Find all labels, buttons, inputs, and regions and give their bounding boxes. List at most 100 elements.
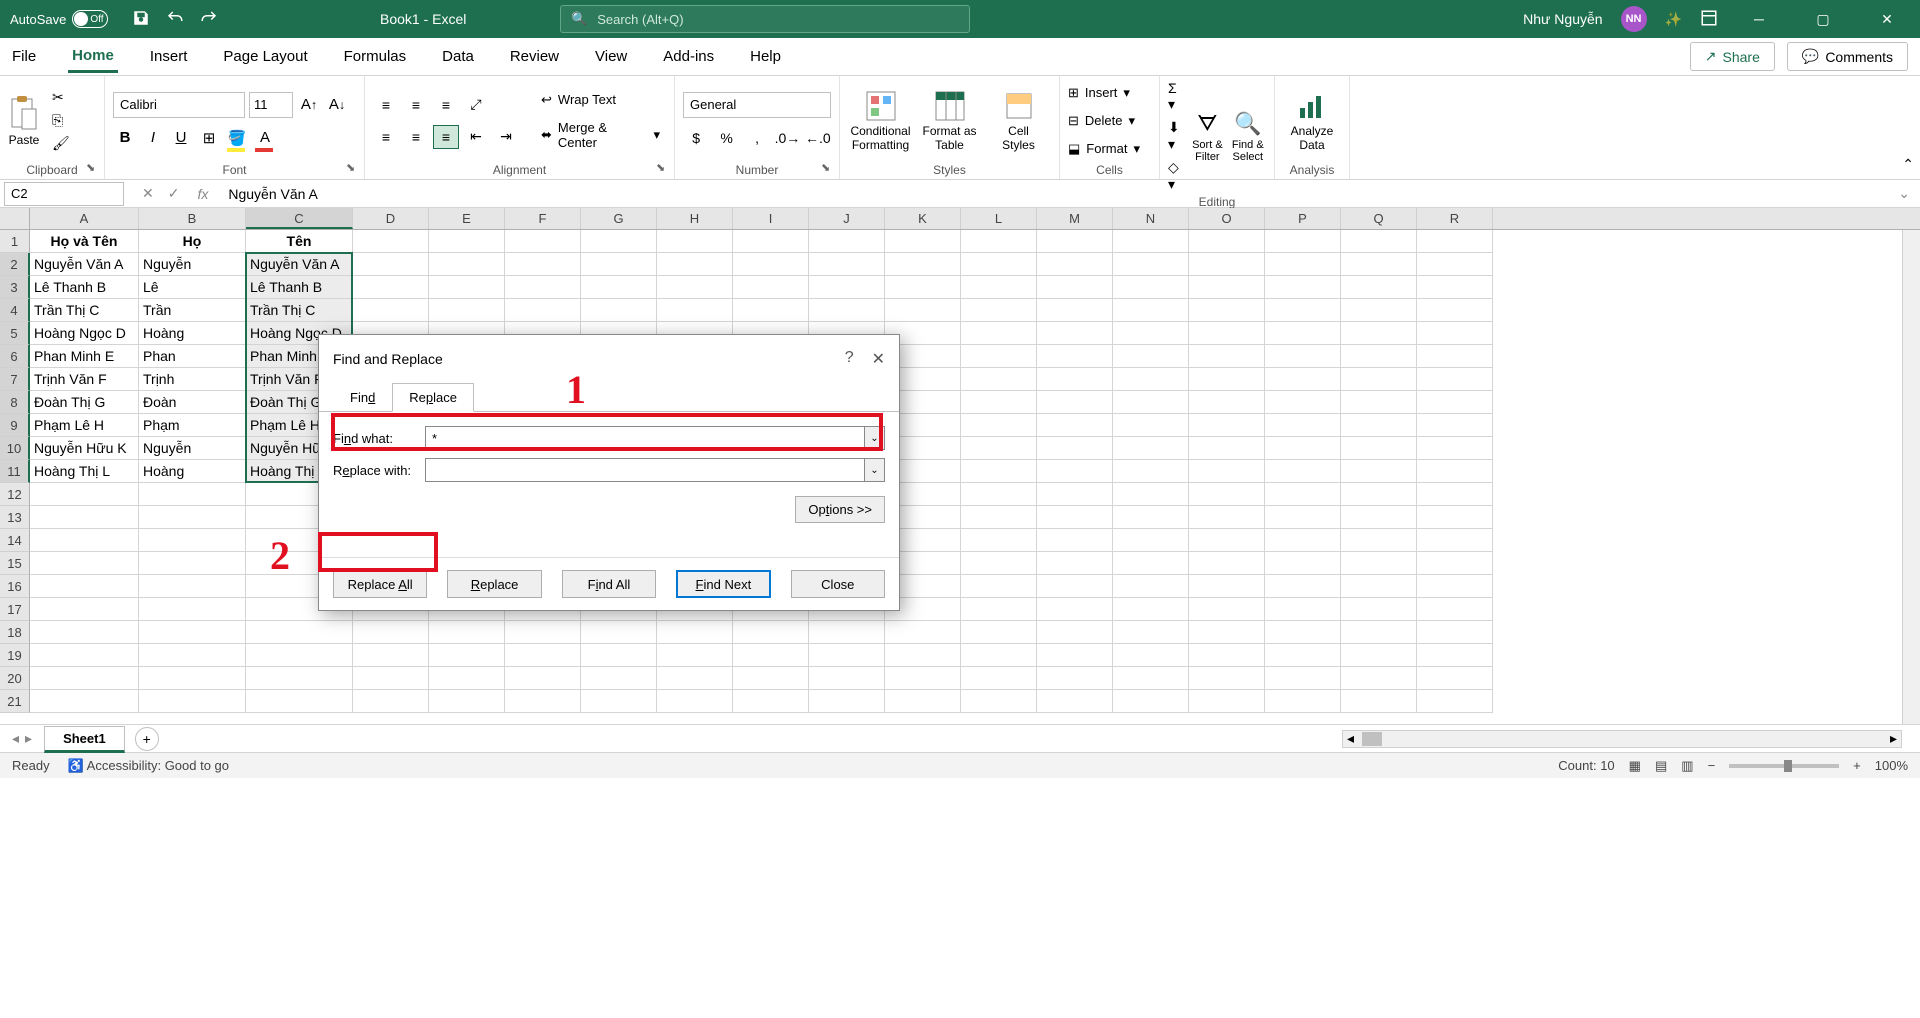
- cell-H18[interactable]: [657, 621, 733, 644]
- cell-H1[interactable]: [657, 230, 733, 253]
- cell-Q3[interactable]: [1341, 276, 1417, 299]
- cell-Q18[interactable]: [1341, 621, 1417, 644]
- cell-P7[interactable]: [1265, 368, 1341, 391]
- cell-A16[interactable]: [30, 575, 139, 598]
- cell-A2[interactable]: Nguyễn Văn A: [30, 253, 139, 276]
- vertical-scrollbar[interactable]: [1902, 230, 1920, 724]
- name-box[interactable]: [4, 182, 124, 206]
- cell-R19[interactable]: [1417, 644, 1493, 667]
- delete-cells-button[interactable]: ⊟Delete ▾: [1068, 111, 1151, 131]
- row-header-10[interactable]: 10: [0, 437, 30, 460]
- cell-L13[interactable]: [961, 506, 1037, 529]
- cell-A11[interactable]: Hoàng Thị L: [30, 460, 139, 483]
- number-launcher-icon[interactable]: ⬊: [821, 161, 835, 175]
- cell-K2[interactable]: [885, 253, 961, 276]
- cell-B19[interactable]: [139, 644, 246, 667]
- cell-C2[interactable]: Nguyễn Văn A: [246, 253, 353, 276]
- cell-A9[interactable]: Phạm Lê H: [30, 414, 139, 437]
- align-middle-icon[interactable]: ≡: [403, 93, 429, 117]
- cell-O10[interactable]: [1189, 437, 1265, 460]
- decrease-font-icon[interactable]: A↓: [325, 93, 349, 117]
- cell-N14[interactable]: [1113, 529, 1189, 552]
- cell-K3[interactable]: [885, 276, 961, 299]
- cell-P18[interactable]: [1265, 621, 1341, 644]
- cell-P3[interactable]: [1265, 276, 1341, 299]
- cell-Q17[interactable]: [1341, 598, 1417, 621]
- cell-L18[interactable]: [961, 621, 1037, 644]
- cell-M17[interactable]: [1037, 598, 1113, 621]
- percent-format-icon[interactable]: %: [713, 126, 739, 150]
- cell-N19[interactable]: [1113, 644, 1189, 667]
- cell-P6[interactable]: [1265, 345, 1341, 368]
- cell-N2[interactable]: [1113, 253, 1189, 276]
- cell-D2[interactable]: [353, 253, 429, 276]
- row-header-1[interactable]: 1: [0, 230, 30, 253]
- cell-N17[interactable]: [1113, 598, 1189, 621]
- cell-O8[interactable]: [1189, 391, 1265, 414]
- clipboard-launcher-icon[interactable]: ⬊: [86, 161, 100, 175]
- column-header-I[interactable]: I: [733, 208, 809, 229]
- cell-G19[interactable]: [581, 644, 657, 667]
- cell-B15[interactable]: [139, 552, 246, 575]
- row-header-21[interactable]: 21: [0, 690, 30, 713]
- row-header-8[interactable]: 8: [0, 391, 30, 414]
- copy-icon[interactable]: ⎘: [52, 112, 70, 129]
- menu-view[interactable]: View: [591, 42, 631, 71]
- cell-A1[interactable]: Họ và Tên: [30, 230, 139, 253]
- column-header-M[interactable]: M: [1037, 208, 1113, 229]
- cell-H20[interactable]: [657, 667, 733, 690]
- cell-L8[interactable]: [961, 391, 1037, 414]
- menu-insert[interactable]: Insert: [146, 42, 192, 71]
- cell-G20[interactable]: [581, 667, 657, 690]
- fx-icon[interactable]: fx: [197, 186, 220, 202]
- cell-A20[interactable]: [30, 667, 139, 690]
- cell-R11[interactable]: [1417, 460, 1493, 483]
- cell-P16[interactable]: [1265, 575, 1341, 598]
- column-header-A[interactable]: A: [30, 208, 139, 229]
- cell-R13[interactable]: [1417, 506, 1493, 529]
- cell-C19[interactable]: [246, 644, 353, 667]
- next-sheet-icon[interactable]: ▸: [25, 730, 32, 747]
- find-what-input[interactable]: [425, 426, 865, 450]
- cell-E4[interactable]: [429, 299, 505, 322]
- analyze-data-button[interactable]: Analyze Data: [1283, 90, 1341, 152]
- cell-M4[interactable]: [1037, 299, 1113, 322]
- cell-N10[interactable]: [1113, 437, 1189, 460]
- decrease-indent-icon[interactable]: ⇤: [463, 125, 489, 149]
- cell-R7[interactable]: [1417, 368, 1493, 391]
- font-name-select[interactable]: [113, 92, 245, 118]
- cell-Q7[interactable]: [1341, 368, 1417, 391]
- dialog-help-icon[interactable]: ?: [845, 349, 854, 369]
- cell-A12[interactable]: [30, 483, 139, 506]
- zoom-level[interactable]: 100%: [1875, 758, 1908, 773]
- cell-A21[interactable]: [30, 690, 139, 713]
- cell-O21[interactable]: [1189, 690, 1265, 713]
- cell-J20[interactable]: [809, 667, 885, 690]
- cell-M2[interactable]: [1037, 253, 1113, 276]
- cell-M18[interactable]: [1037, 621, 1113, 644]
- cell-F21[interactable]: [505, 690, 581, 713]
- cell-N12[interactable]: [1113, 483, 1189, 506]
- conditional-formatting-button[interactable]: Conditional Formatting: [848, 90, 913, 152]
- column-header-R[interactable]: R: [1417, 208, 1493, 229]
- cell-L17[interactable]: [961, 598, 1037, 621]
- menu-page-layout[interactable]: Page Layout: [219, 42, 311, 71]
- cell-J3[interactable]: [809, 276, 885, 299]
- cell-N9[interactable]: [1113, 414, 1189, 437]
- column-header-H[interactable]: H: [657, 208, 733, 229]
- row-header-20[interactable]: 20: [0, 667, 30, 690]
- cell-M3[interactable]: [1037, 276, 1113, 299]
- coming-soon-icon[interactable]: ✨: [1665, 11, 1682, 28]
- cell-J2[interactable]: [809, 253, 885, 276]
- cell-R18[interactable]: [1417, 621, 1493, 644]
- cell-O6[interactable]: [1189, 345, 1265, 368]
- cell-O4[interactable]: [1189, 299, 1265, 322]
- share-button[interactable]: ↗Share: [1690, 42, 1775, 71]
- cell-Q20[interactable]: [1341, 667, 1417, 690]
- cell-Q4[interactable]: [1341, 299, 1417, 322]
- cell-B3[interactable]: Lê: [139, 276, 246, 299]
- zoom-in-icon[interactable]: +: [1853, 758, 1861, 773]
- cancel-formula-icon[interactable]: ✕: [142, 185, 154, 202]
- cell-L1[interactable]: [961, 230, 1037, 253]
- cell-J18[interactable]: [809, 621, 885, 644]
